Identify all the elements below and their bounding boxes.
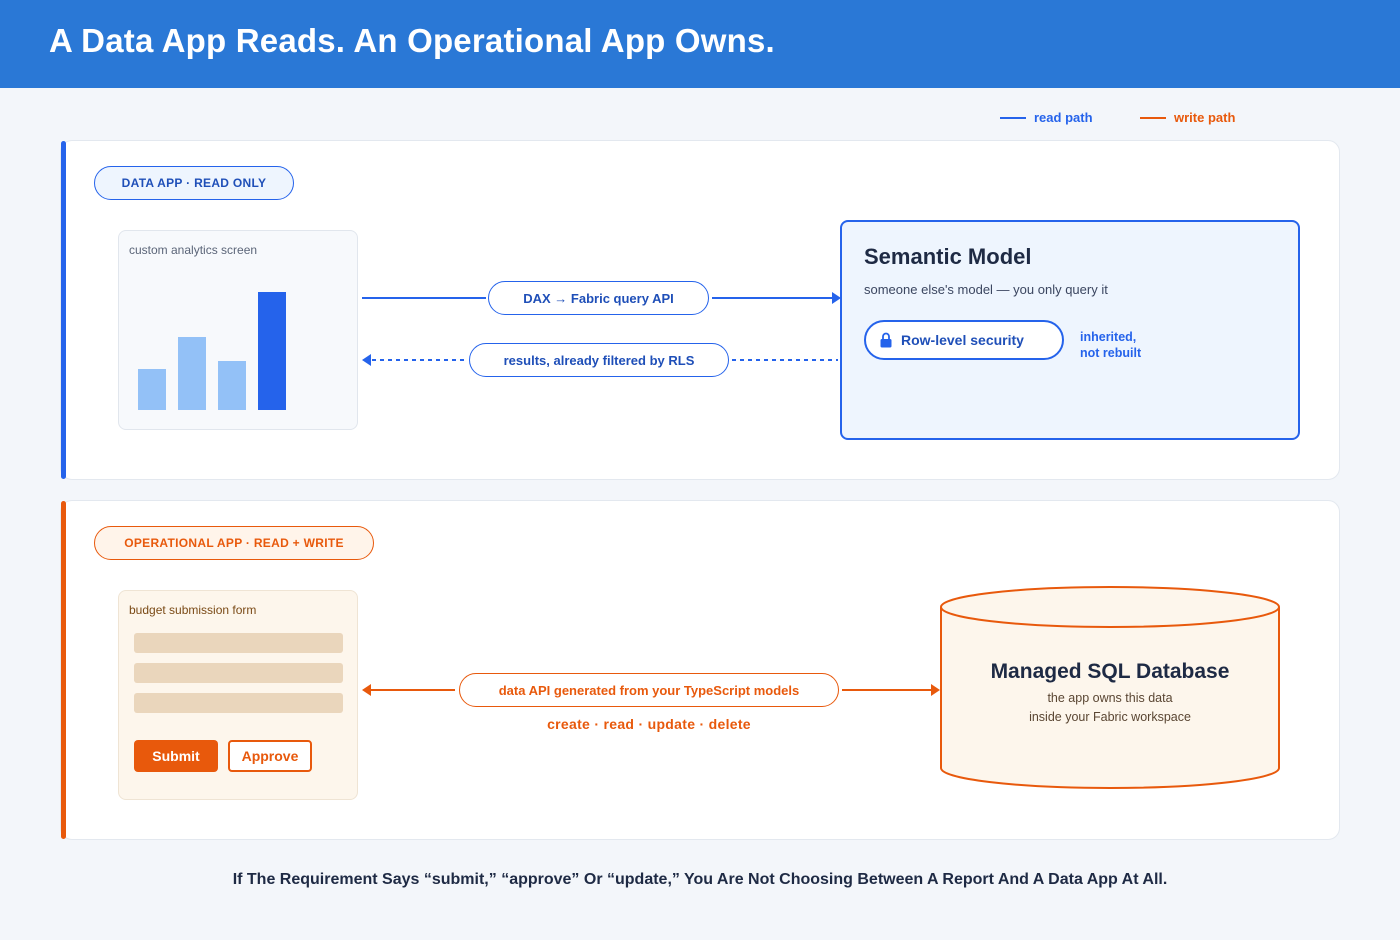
database-title: Managed SQL Database bbox=[990, 660, 1230, 683]
footer-takeaway: If The Requirement Says “submit,” “appro… bbox=[232, 871, 1168, 888]
query-arrowhead bbox=[832, 292, 841, 304]
dax-query-pill: DAX → Fabric query API bbox=[488, 281, 709, 315]
crud-label: create · read · update · delete bbox=[547, 716, 751, 732]
data-api-pill: data API generated from your TypeScript … bbox=[459, 673, 839, 707]
connector-layer bbox=[362, 292, 1280, 789]
api-arrowhead-right bbox=[931, 684, 940, 696]
database-line-1: the app owns this data bbox=[1047, 691, 1173, 705]
database-line-2: inside your Fabric workspace bbox=[1029, 710, 1191, 724]
database-cylinder-top bbox=[940, 586, 1280, 628]
rls-results-pill: results, already filtered by RLS bbox=[469, 343, 729, 377]
results-arrowhead bbox=[362, 354, 371, 366]
api-arrowhead-left bbox=[362, 684, 371, 696]
